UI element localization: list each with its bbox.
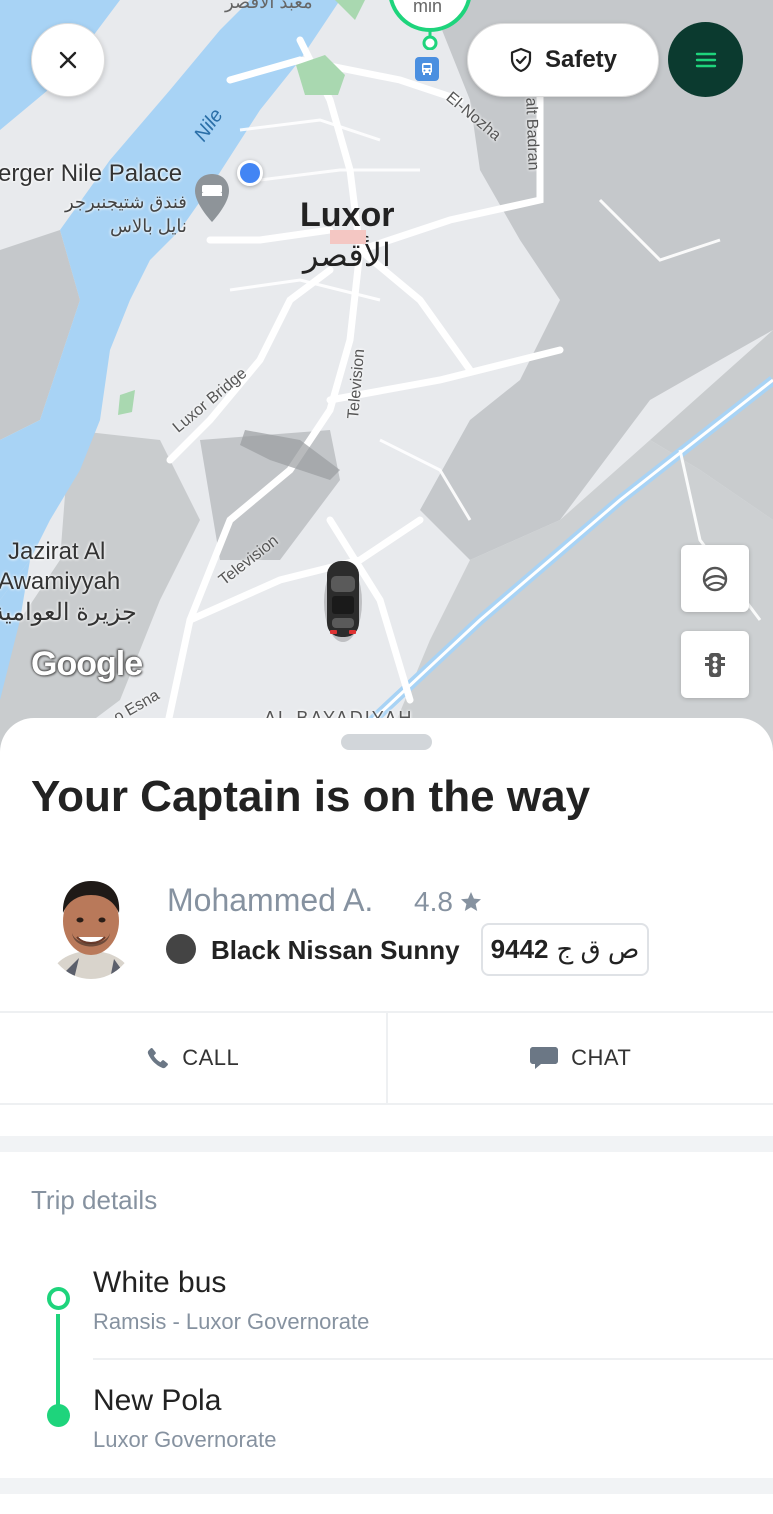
pickup-title: White bus <box>93 1266 227 1299</box>
driver-name: Mohammed A. <box>167 882 374 918</box>
pickup-marker-icon <box>47 1287 70 1310</box>
call-label: CALL <box>182 1045 240 1070</box>
map-label-hotel-ar-2: نايل بالاس <box>110 216 187 236</box>
google-logo: Google <box>31 645 143 683</box>
call-button[interactable]: CALL <box>0 1013 386 1103</box>
landmark-marker <box>330 230 366 244</box>
car-color-swatch <box>166 934 196 964</box>
driver-avatar <box>44 873 138 979</box>
bottom-divider <box>0 1478 773 1494</box>
recenter-button[interactable] <box>681 545 749 612</box>
chat-bubble-icon <box>530 1047 559 1069</box>
bus-stop-icon <box>415 57 439 81</box>
close-icon <box>59 51 77 69</box>
menu-button[interactable] <box>668 22 743 97</box>
plate-number: 9442 <box>490 934 549 964</box>
menu-icon <box>695 52 716 67</box>
safety-button[interactable]: Safety <box>467 23 659 97</box>
contact-actions: CALL CHAT <box>0 1011 773 1105</box>
map-label-island-2: Awamiyyah <box>0 568 121 595</box>
section-divider <box>0 1136 773 1152</box>
dropoff-marker-icon <box>47 1404 70 1427</box>
rating-value: 4.8 <box>414 886 453 917</box>
route-line <box>56 1314 60 1414</box>
chat-button[interactable]: CHAT <box>385 1013 773 1103</box>
map-label-island-1: Jazirat Al <box>8 538 106 565</box>
traffic-button[interactable] <box>681 631 749 698</box>
car-model: Black Nissan Sunny <box>211 935 460 965</box>
map-label-hotel-ar-1: فندق شتيجنبرجر <box>65 192 187 212</box>
safety-label: Safety <box>544 46 618 73</box>
car-icon <box>322 558 364 647</box>
eta-unit-label: min <box>413 0 443 16</box>
stops-divider <box>93 1358 773 1360</box>
star-icon <box>460 892 481 911</box>
sheet-drag-handle[interactable] <box>341 734 432 750</box>
map-label-temple-ar: معبد الأقصر <box>225 0 313 12</box>
pickup-subtitle: Ramsis - Luxor Governorate <box>93 1309 370 1334</box>
license-plate: 9442 ص ق ج <box>481 923 649 976</box>
chat-label: CHAT <box>571 1045 632 1070</box>
map-label-street-badran: alt Badran <box>522 97 542 171</box>
driver-rating: 4.8 <box>414 886 483 918</box>
hotel-bed-icon <box>193 172 231 229</box>
plate-letters: ص ق ج <box>556 934 640 964</box>
phone-icon <box>148 1048 169 1069</box>
traffic-light-icon <box>705 652 725 677</box>
sheet-title: Your Captain is on the way <box>31 772 591 821</box>
trip-details-heading: Trip details <box>31 1185 158 1215</box>
map-label-island-ar: جزيرة العوامية <box>0 599 137 626</box>
map-label-hotel-en: erger Nile Palace <box>0 160 183 187</box>
shield-check-icon <box>510 47 532 73</box>
map-view[interactable]: min معبد الأقصر erger Nile Palace فندق ش… <box>0 0 773 760</box>
dropoff-title: New Pola <box>93 1384 222 1417</box>
user-location-dot <box>237 160 263 186</box>
trip-bottom-sheet[interactable]: Your Captain is on the way Mohammed A. 4… <box>0 718 773 1514</box>
close-button[interactable] <box>31 23 105 97</box>
compass-icon <box>702 566 728 591</box>
dropoff-subtitle: Luxor Governorate <box>93 1427 277 1452</box>
